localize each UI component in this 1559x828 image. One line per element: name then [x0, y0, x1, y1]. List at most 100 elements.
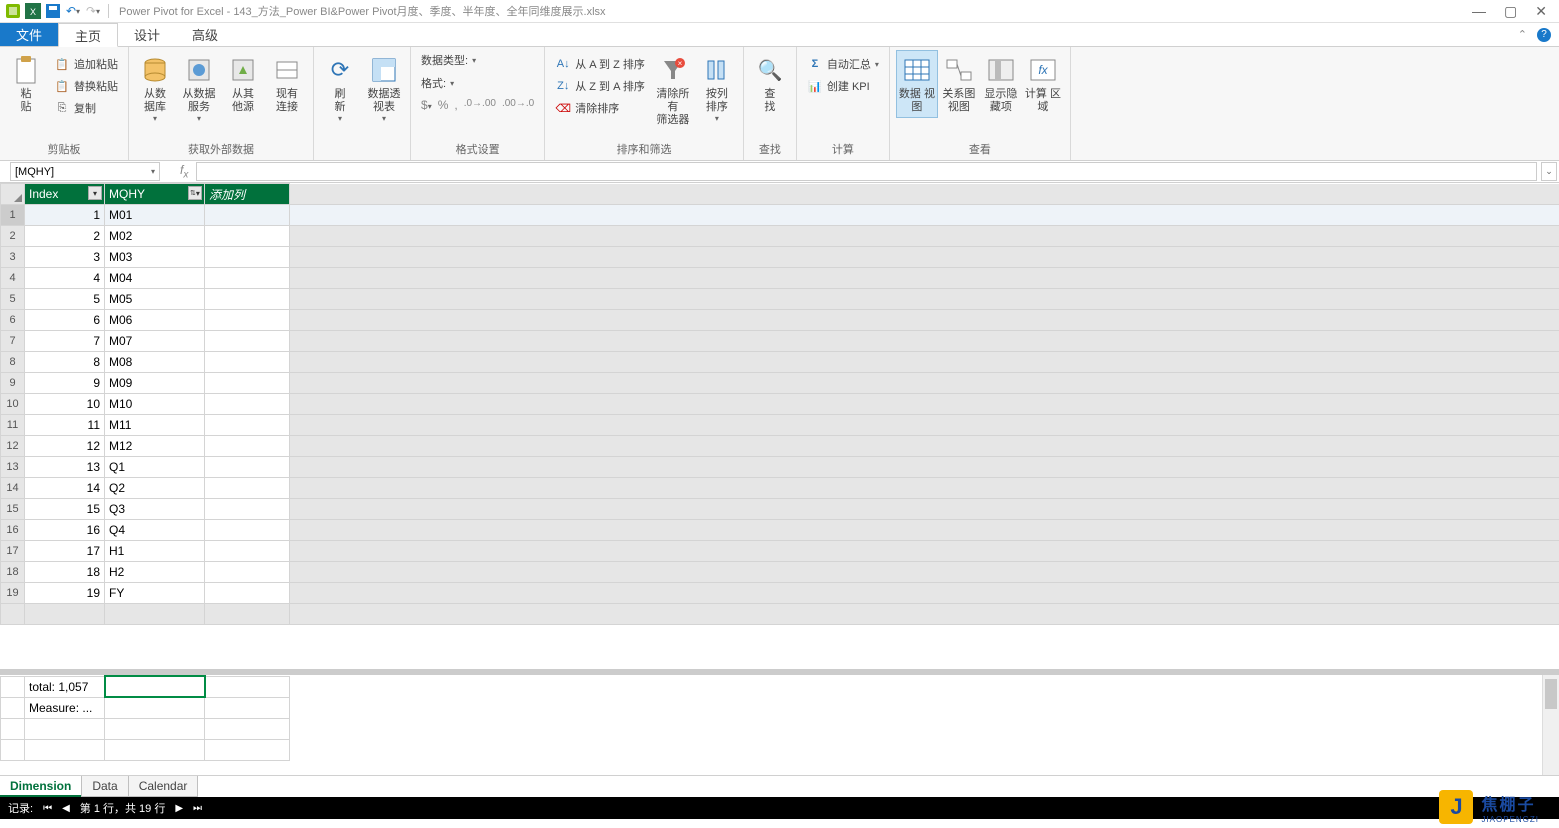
cell-addcol[interactable]: [205, 415, 290, 436]
formula-expand-icon[interactable]: ⌄: [1541, 162, 1557, 181]
cell-index[interactable]: 8: [25, 352, 105, 373]
redo-icon[interactable]: ↷▾: [84, 2, 102, 20]
clear-sort-button[interactable]: ⌫清除排序: [551, 98, 649, 118]
comma-icon[interactable]: ,: [454, 98, 457, 112]
cell-mqhy[interactable]: Q2: [105, 478, 205, 499]
row-header[interactable]: 2: [1, 226, 25, 247]
cell-index[interactable]: 3: [25, 247, 105, 268]
cell-addcol[interactable]: [205, 457, 290, 478]
row-header[interactable]: 9: [1, 373, 25, 394]
tab-home[interactable]: 主页: [58, 23, 118, 47]
cell-mqhy[interactable]: FY: [105, 583, 205, 604]
cell-mqhy[interactable]: H2: [105, 562, 205, 583]
cell-addcol[interactable]: [205, 499, 290, 520]
cell-mqhy[interactable]: M10: [105, 394, 205, 415]
show-hidden-button[interactable]: 显示隐 藏项: [980, 50, 1022, 118]
cell-addcol[interactable]: [205, 562, 290, 583]
cell-mqhy[interactable]: Q4: [105, 520, 205, 541]
cell-index[interactable]: 15: [25, 499, 105, 520]
row-header[interactable]: 7: [1, 331, 25, 352]
paste-append-button[interactable]: 📋追加粘贴: [50, 54, 122, 74]
tab-file[interactable]: 文件: [0, 23, 58, 46]
next-record-button[interactable]: ▶: [175, 803, 183, 814]
cell-mqhy[interactable]: M03: [105, 247, 205, 268]
cell-mqhy[interactable]: H1: [105, 541, 205, 562]
row-header[interactable]: 6: [1, 310, 25, 331]
row-header[interactable]: 11: [1, 415, 25, 436]
from-service-button[interactable]: 从数据 服务▾: [179, 50, 219, 123]
ribbon-collapse-icon[interactable]: ⌃: [1518, 28, 1527, 41]
cell-index[interactable]: 7: [25, 331, 105, 352]
row-header[interactable]: 14: [1, 478, 25, 499]
tab-design[interactable]: 设计: [118, 23, 176, 46]
row-header[interactable]: 16: [1, 520, 25, 541]
cell-mqhy[interactable]: M06: [105, 310, 205, 331]
row-header[interactable]: 19: [1, 583, 25, 604]
cell-addcol[interactable]: [205, 520, 290, 541]
cell-mqhy[interactable]: M05: [105, 289, 205, 310]
increase-decimal-icon[interactable]: .0→.00: [464, 98, 496, 112]
cell-addcol[interactable]: [205, 331, 290, 352]
sort-az-button[interactable]: A↓从 A 到 Z 排序: [551, 54, 649, 74]
row-header[interactable]: 3: [1, 247, 25, 268]
cell-index[interactable]: 13: [25, 457, 105, 478]
cell-addcol[interactable]: [205, 583, 290, 604]
copy-button[interactable]: ⎘复制: [50, 98, 122, 118]
currency-icon[interactable]: $▾: [421, 98, 432, 112]
sheet-data[interactable]: Data: [81, 776, 128, 797]
cell-mqhy[interactable]: Q1: [105, 457, 205, 478]
tab-advanced[interactable]: 高级: [176, 23, 234, 46]
close-button[interactable]: ✕: [1535, 3, 1547, 20]
autosum-button[interactable]: Σ自动汇总 ▾: [803, 54, 883, 74]
data-view-button[interactable]: 数据 视图: [896, 50, 938, 118]
cell-mqhy[interactable]: M02: [105, 226, 205, 247]
diagram-view-button[interactable]: 关系图 视图: [938, 50, 980, 118]
refresh-button[interactable]: ⟳刷 新▾: [320, 50, 360, 123]
existing-conn-button[interactable]: 现有 连接: [267, 50, 307, 114]
datatype-dropdown[interactable]: 数据类型: ▾: [417, 50, 538, 70]
row-header[interactable]: 17: [1, 541, 25, 562]
pivot-button[interactable]: 数据透 视表▾: [364, 50, 404, 123]
save-icon[interactable]: [44, 2, 62, 20]
cell-index[interactable]: 17: [25, 541, 105, 562]
sheet-calendar[interactable]: Calendar: [128, 776, 199, 797]
cell-addcol[interactable]: [205, 352, 290, 373]
cell-addcol[interactable]: [205, 247, 290, 268]
row-header[interactable]: 5: [1, 289, 25, 310]
cell-index[interactable]: 16: [25, 520, 105, 541]
row-header[interactable]: 18: [1, 562, 25, 583]
formula-input[interactable]: [196, 162, 1537, 181]
cell-index[interactable]: 1: [25, 205, 105, 226]
clear-filter-button[interactable]: ×清除所有 筛选器: [653, 50, 693, 127]
create-kpi-button[interactable]: 📊创建 KPI: [803, 76, 883, 96]
cell-addcol[interactable]: [205, 373, 290, 394]
format-dropdown[interactable]: 格式: ▾: [417, 73, 538, 93]
undo-icon[interactable]: ↶▾: [64, 2, 82, 20]
vertical-scrollbar[interactable]: [1542, 675, 1559, 775]
cell-index[interactable]: 9: [25, 373, 105, 394]
column-index[interactable]: Index▾: [25, 184, 105, 205]
cell-addcol[interactable]: [205, 289, 290, 310]
cell-mqhy[interactable]: M08: [105, 352, 205, 373]
cell-mqhy[interactable]: M11: [105, 415, 205, 436]
prev-record-button[interactable]: ◀: [62, 803, 70, 814]
cell-index[interactable]: 4: [25, 268, 105, 289]
row-header[interactable]: 1: [1, 205, 25, 226]
column-mqhy[interactable]: MQHY⇅▾: [105, 184, 205, 205]
cell-addcol[interactable]: [205, 268, 290, 289]
cell-mqhy[interactable]: M01: [105, 205, 205, 226]
row-header[interactable]: 10: [1, 394, 25, 415]
add-column[interactable]: 添加列: [205, 184, 290, 205]
cell-addcol[interactable]: [205, 478, 290, 499]
cell-index[interactable]: 12: [25, 436, 105, 457]
cell-mqhy[interactable]: Q3: [105, 499, 205, 520]
fx-icon[interactable]: fx: [180, 163, 188, 180]
row-header[interactable]: 15: [1, 499, 25, 520]
cell-index[interactable]: 2: [25, 226, 105, 247]
cell-addcol[interactable]: [205, 226, 290, 247]
filter-icon[interactable]: ⇅▾: [188, 186, 202, 200]
sheet-dimension[interactable]: Dimension: [0, 776, 82, 797]
cell-addcol[interactable]: [205, 541, 290, 562]
cell-addcol[interactable]: [205, 394, 290, 415]
name-box[interactable]: [MQHY]▾: [10, 162, 160, 181]
